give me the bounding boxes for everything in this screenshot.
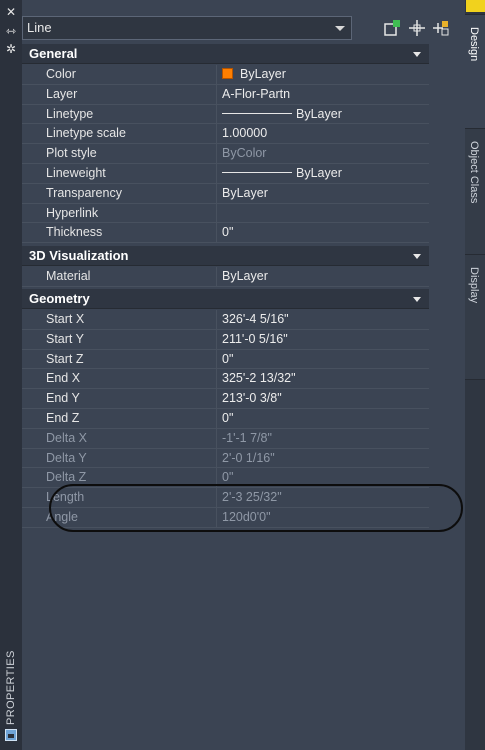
pickadd-icon[interactable]: [431, 19, 451, 39]
property-label: Hyperlink: [46, 203, 217, 223]
property-label: Delta Y: [46, 448, 217, 468]
property-value-text: ByLayer: [296, 165, 342, 180]
tab-display[interactable]: Display: [465, 254, 485, 380]
property-value: 213'-0 3/8": [222, 391, 282, 406]
property-row-hyperlink[interactable]: Hyperlink: [22, 203, 429, 224]
property-row-lineweight[interactable]: Lineweight ByLayer: [22, 163, 429, 184]
quick-select-icon[interactable]: [382, 19, 402, 39]
property-label: End Y: [46, 389, 217, 408]
gear-icon[interactable]: ✲: [4, 42, 18, 56]
autohide-icon[interactable]: ⇿: [4, 24, 18, 38]
property-label: Plot style: [46, 144, 217, 163]
tab-design[interactable]: Design: [465, 14, 485, 130]
chevron-down-icon: [413, 254, 421, 259]
property-row-linetype[interactable]: Linetype ByLayer: [22, 104, 429, 125]
accent-corner: [466, 0, 485, 12]
property-value: 326'-4 5/16": [222, 312, 289, 326]
property-value: 2'-0 1/16": [222, 450, 275, 465]
highlight-annotation-oval: [49, 484, 463, 532]
property-label: Thickness: [46, 223, 217, 243]
property-value: ByLayer: [222, 269, 268, 283]
property-row-end-z[interactable]: End Z 0": [22, 408, 429, 429]
property-row-delta-y: Delta Y 2'-0 1/16": [22, 448, 429, 469]
object-type-dropdown[interactable]: Line: [22, 16, 352, 40]
property-value: 211'-0 5/16": [222, 331, 288, 346]
property-value: A-Flor-Partn: [222, 86, 291, 101]
property-row-start-y[interactable]: Start Y 211'-0 5/16": [22, 329, 429, 350]
section-3d-visualization[interactable]: 3D Visualization: [22, 246, 429, 266]
property-value: ByLayer: [222, 105, 429, 124]
property-label: Transparency: [46, 183, 217, 203]
property-value: ByLayer: [222, 164, 429, 183]
object-type-value: Line: [27, 20, 52, 35]
property-row-plot-style[interactable]: Plot style ByColor: [22, 144, 429, 164]
property-label: Linetype: [46, 104, 217, 124]
property-value: ByLayer: [222, 185, 268, 200]
property-label: Start X: [46, 310, 217, 329]
property-label: Start Y: [46, 329, 217, 349]
property-row-thickness[interactable]: Thickness 0": [22, 223, 429, 244]
property-row-start-z[interactable]: Start Z 0": [22, 349, 429, 370]
chevron-down-icon: [413, 297, 421, 302]
property-value-text: ByLayer: [296, 106, 342, 121]
section-title: Geometry: [29, 291, 90, 306]
property-row-delta-x: Delta X -1'-1 7/8": [22, 428, 429, 449]
linetype-preview: [222, 112, 292, 114]
tab-object-class[interactable]: Object Class: [465, 128, 485, 256]
tab-label: Display: [468, 267, 480, 304]
chevron-down-icon: [413, 52, 421, 57]
tab-label: Design: [468, 27, 480, 62]
palette-title-strip: ✕ ⇿ ✲ PROPERTIES: [0, 0, 23, 750]
property-label: End Z: [46, 408, 217, 428]
property-value: ByLayer: [222, 65, 429, 84]
property-row-color[interactable]: Color ByLayer: [22, 65, 429, 85]
section-title: 3D Visualization: [29, 248, 129, 263]
property-label: Lineweight: [46, 163, 217, 183]
section-general[interactable]: General: [22, 44, 429, 64]
lineweight-preview: [222, 171, 292, 173]
property-value: -1'-1 7/8": [222, 430, 272, 445]
property-row-end-x[interactable]: End X 325'-2 13/32": [22, 369, 429, 390]
property-row-material[interactable]: Material ByLayer: [22, 267, 429, 287]
property-label: Layer: [46, 84, 217, 104]
property-row-start-x[interactable]: Start X 326'-4 5/16": [22, 310, 429, 330]
property-label: Color: [46, 65, 217, 84]
property-row-end-y[interactable]: End Y 213'-0 3/8": [22, 389, 429, 409]
property-row-layer[interactable]: Layer A-Flor-Partn: [22, 84, 429, 105]
viz3d-rows: Material ByLayer: [22, 267, 429, 287]
property-label: End X: [46, 369, 217, 389]
color-swatch: [222, 68, 233, 79]
palette-menu-icon[interactable]: [5, 729, 17, 741]
close-icon[interactable]: ✕: [4, 5, 18, 19]
property-value: 325'-2 13/32": [222, 371, 296, 386]
property-value: 0": [222, 351, 234, 366]
property-label: Start Z: [46, 349, 217, 369]
palette-title: PROPERTIES: [5, 650, 17, 725]
property-value: ByColor: [222, 146, 267, 161]
tab-label: Object Class: [468, 141, 480, 204]
property-value-text: ByLayer: [240, 67, 286, 81]
property-row-transparency[interactable]: Transparency ByLayer: [22, 183, 429, 204]
property-label: Material: [46, 267, 217, 286]
chevron-down-icon: [335, 26, 345, 31]
property-value: 0": [222, 225, 234, 240]
section-geometry[interactable]: Geometry: [22, 289, 429, 309]
property-value: 1.00000: [222, 126, 268, 141]
select-objects-icon[interactable]: [407, 19, 427, 39]
section-title: General: [29, 46, 78, 61]
property-label: Delta X: [46, 428, 217, 448]
property-value: 0": [222, 410, 234, 425]
property-row-linetype-scale[interactable]: Linetype scale 1.00000: [22, 124, 429, 145]
general-rows: Color ByLayer Layer A-Flor-Partn Linetyp…: [22, 65, 429, 244]
property-label: Linetype scale: [46, 124, 217, 144]
